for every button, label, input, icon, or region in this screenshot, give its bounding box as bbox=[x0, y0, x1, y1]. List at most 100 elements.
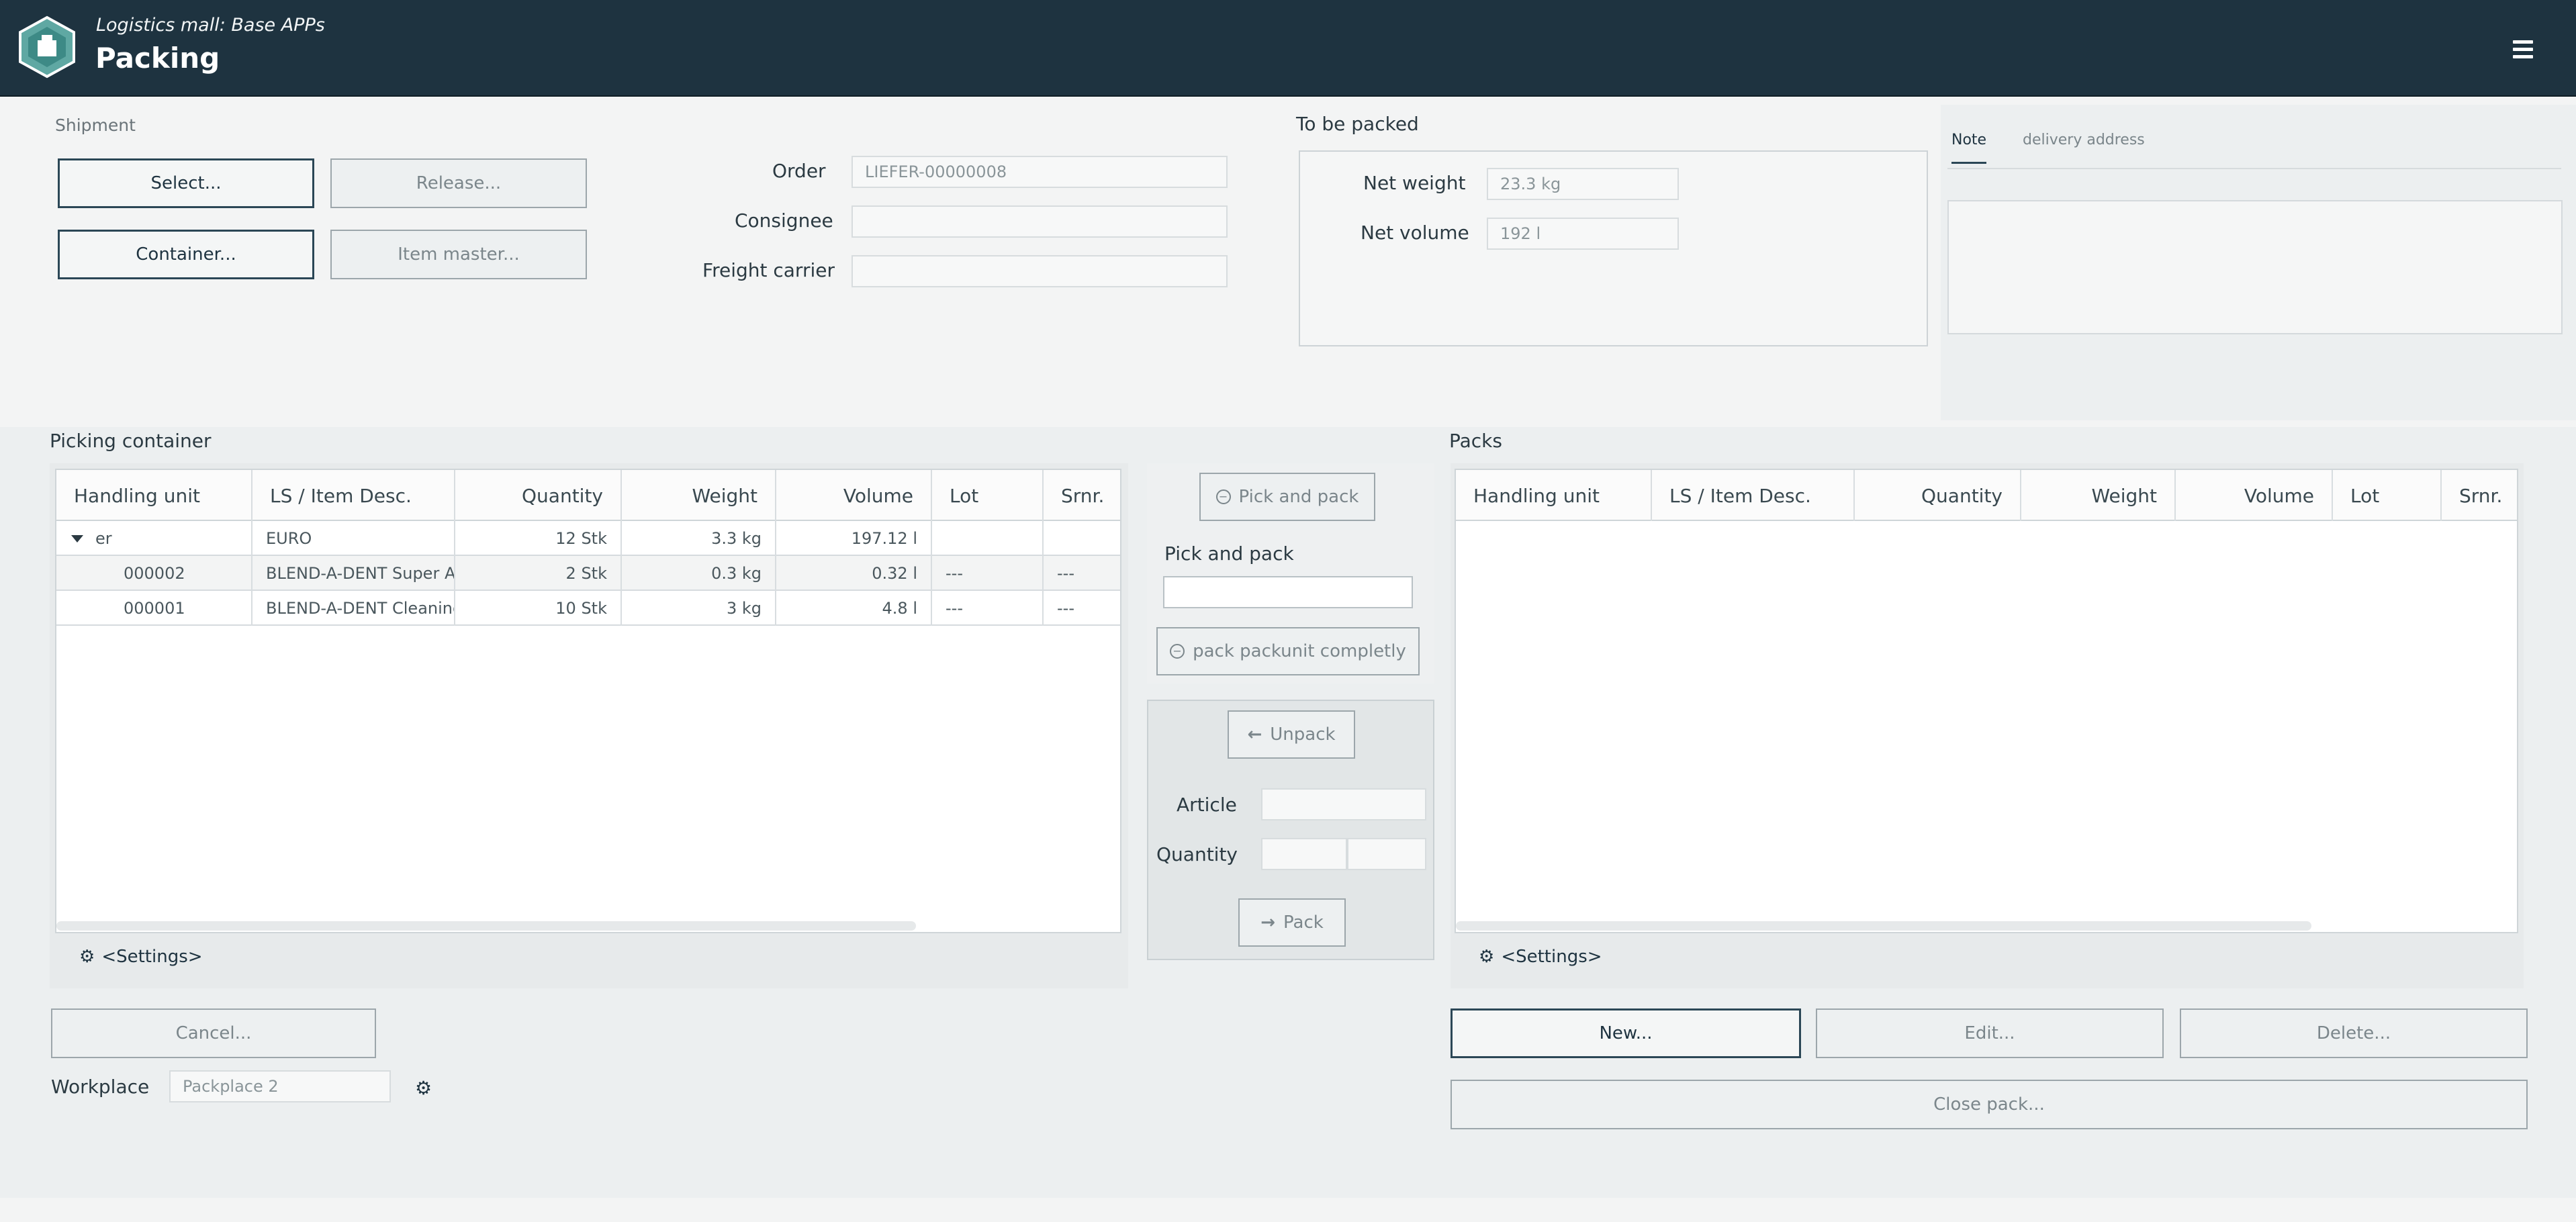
container-button[interactable]: Container... bbox=[58, 230, 314, 279]
article-label: Article bbox=[1177, 794, 1237, 816]
col-handling-unit[interactable]: Handling unit bbox=[1456, 470, 1652, 521]
freight-carrier-label: Freight carrier bbox=[702, 259, 835, 281]
col-quantity[interactable]: Quantity bbox=[1855, 470, 2021, 521]
pick-and-pack-label: Pick and pack bbox=[1164, 543, 1294, 565]
col-lot[interactable]: Lot bbox=[932, 470, 1044, 521]
bottom-strip bbox=[0, 1198, 2576, 1222]
article-field[interactable] bbox=[1261, 788, 1426, 820]
app-logo-icon bbox=[19, 15, 75, 79]
tab-note[interactable]: Note bbox=[1951, 132, 1987, 164]
picking-settings-link[interactable]: ⚙ <Settings> bbox=[79, 947, 203, 967]
caret-down-icon[interactable] bbox=[71, 534, 83, 543]
order-field[interactable]: LIEFER-00000008 bbox=[852, 156, 1228, 188]
weight-cell: 3 kg bbox=[622, 591, 776, 626]
workplace-field[interactable]: Packplace 2 bbox=[169, 1070, 391, 1102]
col-quantity[interactable]: Quantity bbox=[455, 470, 622, 521]
col-lot[interactable]: Lot bbox=[2333, 470, 2442, 521]
workplace-label: Workplace bbox=[51, 1076, 150, 1098]
table-row[interactable]: 000001 BLEND-A-DENT Cleaning 10 Stk 3 kg… bbox=[56, 591, 1120, 626]
lot-cell bbox=[932, 521, 1044, 556]
workplace-gear-icon[interactable]: ⚙ bbox=[415, 1077, 432, 1099]
settings-label: <Settings> bbox=[101, 947, 203, 967]
packs-settings-link[interactable]: ⚙ <Settings> bbox=[1479, 947, 1602, 967]
net-volume-field: 192 l bbox=[1487, 218, 1679, 250]
desc-cell: EURO bbox=[252, 521, 455, 556]
horizontal-scrollbar[interactable] bbox=[1456, 921, 2311, 931]
srnr-cell: --- bbox=[1057, 599, 1074, 618]
qty-cell: 12 Stk bbox=[455, 521, 622, 556]
packs-title: Packs bbox=[1449, 430, 1502, 452]
lot-cell: --- bbox=[932, 556, 1044, 591]
cancel-button[interactable]: Cancel... bbox=[51, 1008, 376, 1058]
table-row[interactable]: 000002 BLEND-A-DENT Super Adhesive 2 Stk… bbox=[56, 556, 1120, 591]
col-item-desc[interactable]: LS / Item Desc. bbox=[252, 470, 455, 521]
page-title: Packing bbox=[95, 42, 220, 75]
gear-icon: ⚙ bbox=[79, 947, 95, 967]
weight-cell: 0.3 kg bbox=[622, 556, 776, 591]
edit-pack-button[interactable]: Edit... bbox=[1816, 1008, 2164, 1058]
app-header: Logistics mall: Base APPs Packing bbox=[0, 0, 2576, 97]
pick-and-pack-button[interactable]: − Pick and pack bbox=[1199, 473, 1375, 521]
srnr-cell: --- bbox=[1057, 564, 1074, 583]
quantity-field[interactable] bbox=[1261, 838, 1347, 870]
consignee-field[interactable] bbox=[852, 205, 1228, 238]
select-button[interactable]: Select... bbox=[58, 158, 314, 208]
item-master-button[interactable]: Item master... bbox=[330, 230, 587, 279]
quantity-label: Quantity bbox=[1156, 843, 1238, 865]
picking-table: Handling unit LS / Item Desc. Quantity W… bbox=[55, 469, 1121, 933]
release-button[interactable]: Release... bbox=[330, 158, 587, 208]
col-volume[interactable]: Volume bbox=[2176, 470, 2333, 521]
net-weight-label: Net weight bbox=[1363, 172, 1466, 194]
picking-table-header: Handling unit LS / Item Desc. Quantity W… bbox=[56, 470, 1120, 521]
pack-button-label: Pack bbox=[1283, 912, 1324, 933]
pack-packunit-completely-label: pack packunit completly bbox=[1193, 641, 1406, 661]
col-srnr[interactable]: Srnr. bbox=[1044, 470, 1123, 521]
pack-packunit-completely-button[interactable]: − pack packunit completly bbox=[1156, 627, 1420, 675]
hu-value: er bbox=[95, 529, 112, 548]
desc-cell: BLEND-A-DENT Cleaning bbox=[252, 591, 455, 626]
volume-cell: 0.32 l bbox=[776, 556, 932, 591]
col-weight[interactable]: Weight bbox=[2021, 470, 2176, 521]
quantity-unit-field[interactable] bbox=[1347, 838, 1426, 870]
gear-icon: ⚙ bbox=[1479, 947, 1495, 967]
pack-button[interactable]: → Pack bbox=[1238, 898, 1346, 947]
hu-cell: 000002 bbox=[56, 556, 252, 591]
order-label: Order bbox=[772, 160, 826, 182]
table-row[interactable]: er EURO 12 Stk 3.3 kg 197.12 l bbox=[56, 521, 1120, 556]
arrow-left-icon: ← bbox=[1247, 724, 1262, 745]
pick-and-pack-button-label: Pick and pack bbox=[1238, 487, 1359, 507]
minus-circle-icon: − bbox=[1215, 489, 1231, 504]
col-volume[interactable]: Volume bbox=[776, 470, 932, 521]
srnr-cell bbox=[1044, 521, 1123, 556]
note-textarea[interactable] bbox=[1947, 200, 2563, 334]
unpack-button[interactable]: ← Unpack bbox=[1228, 710, 1355, 759]
col-item-desc[interactable]: LS / Item Desc. bbox=[1652, 470, 1855, 521]
qty-cell: 10 Stk bbox=[455, 591, 622, 626]
unpack-button-label: Unpack bbox=[1270, 724, 1336, 745]
to-be-packed-label: To be packed bbox=[1296, 113, 1419, 135]
new-pack-button[interactable]: New... bbox=[1451, 1008, 1801, 1058]
net-weight-field: 23.3 kg bbox=[1487, 168, 1679, 200]
consignee-label: Consignee bbox=[735, 209, 833, 232]
qty-cell: 2 Stk bbox=[455, 556, 622, 591]
picking-container-title: Picking container bbox=[50, 430, 212, 452]
hamburger-menu-icon[interactable] bbox=[2513, 40, 2533, 59]
col-weight[interactable]: Weight bbox=[622, 470, 776, 521]
minus-circle-icon: − bbox=[1170, 644, 1185, 659]
packs-table-header: Handling unit LS / Item Desc. Quantity W… bbox=[1456, 470, 2517, 521]
col-srnr[interactable]: Srnr. bbox=[2442, 470, 2520, 521]
pick-and-pack-input[interactable] bbox=[1163, 576, 1413, 608]
delete-pack-button[interactable]: Delete... bbox=[2180, 1008, 2528, 1058]
horizontal-scrollbar[interactable] bbox=[56, 921, 916, 931]
desc-cell: BLEND-A-DENT Super Adhesive bbox=[252, 556, 455, 591]
app-subtitle: Logistics mall: Base APPs bbox=[96, 15, 325, 36]
tab-divider bbox=[1947, 168, 2561, 169]
packs-table: Handling unit LS / Item Desc. Quantity W… bbox=[1455, 469, 2518, 933]
tab-delivery-address[interactable]: delivery address bbox=[2023, 132, 2145, 148]
lot-cell: --- bbox=[932, 591, 1044, 626]
volume-cell: 4.8 l bbox=[776, 591, 932, 626]
close-pack-button[interactable]: Close pack... bbox=[1451, 1080, 2528, 1129]
col-handling-unit[interactable]: Handling unit bbox=[56, 470, 252, 521]
freight-carrier-field[interactable] bbox=[852, 255, 1228, 287]
settings-label: <Settings> bbox=[1501, 947, 1602, 967]
